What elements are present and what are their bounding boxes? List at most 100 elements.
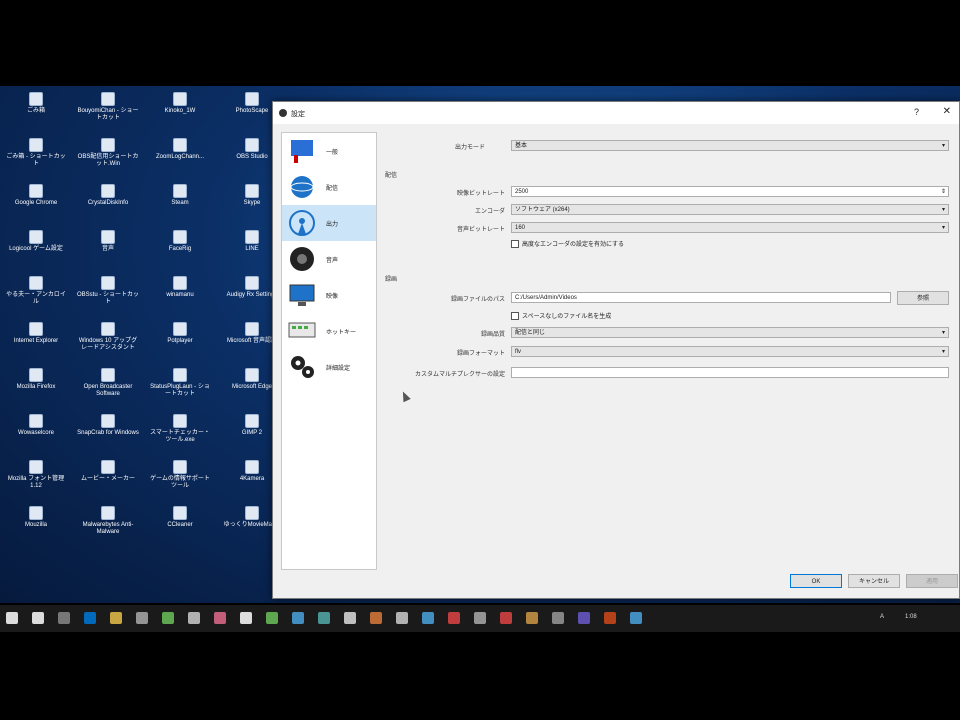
desktop-icon[interactable]: Kinoko_1W bbox=[148, 92, 212, 115]
taskbar-app-icon[interactable] bbox=[578, 612, 590, 624]
desktop-icon[interactable]: Wowaselcore bbox=[4, 414, 68, 437]
desktop-icon[interactable]: ムービー・メーカー bbox=[76, 460, 140, 483]
app-icon bbox=[173, 506, 187, 520]
video-bitrate-input[interactable]: 2500 ⇕ bbox=[511, 186, 949, 197]
desktop-icon[interactable]: ゲームの情報サポートツール bbox=[148, 460, 212, 490]
desktop-icon[interactable]: StatusPlugLaun - ショートカット bbox=[148, 368, 212, 398]
taskbar-app-icon[interactable] bbox=[396, 612, 408, 624]
desktop-icon[interactable]: Open Broadcaster Software bbox=[76, 368, 140, 398]
taskbar-app-icon[interactable] bbox=[552, 612, 564, 624]
custom-muxer-input[interactable] bbox=[511, 367, 949, 378]
start-icon[interactable] bbox=[6, 612, 18, 624]
desktop-icon-label: Wowaselcore bbox=[18, 430, 54, 436]
dialog-titlebar[interactable]: 設定 ? ✕ bbox=[273, 102, 959, 124]
taskbar-app-icon[interactable] bbox=[318, 612, 330, 624]
desktop-icon[interactable]: Internet Explorer bbox=[4, 322, 68, 345]
custom-muxer-label: カスタムマルチプレクサーの設定 bbox=[414, 372, 505, 378]
no-space-filename-checkbox[interactable]: スペースなしのファイル名を生成 bbox=[511, 311, 611, 321]
taskbar-app-icon[interactable] bbox=[344, 612, 356, 624]
encoder-select[interactable]: ソフトウェア (x264) ▾ bbox=[511, 204, 949, 215]
desktop-icon[interactable]: ZoomLogChann... bbox=[148, 138, 212, 161]
desktop-icon-label: ごみ箱 bbox=[26, 108, 45, 114]
taskbar-app-icon[interactable] bbox=[448, 612, 460, 624]
browse-button[interactable]: 参照 bbox=[897, 291, 949, 305]
taskbar-app-icon[interactable] bbox=[136, 612, 148, 624]
taskbar-app-icon[interactable] bbox=[370, 612, 382, 624]
desktop-icon[interactable]: OBS配信用ショートカット.Win bbox=[76, 138, 140, 168]
app-icon bbox=[101, 322, 115, 336]
ime-indicator[interactable]: A bbox=[880, 614, 884, 620]
desktop-icon[interactable]: ごみ箱 bbox=[4, 92, 68, 115]
sidebar-item-audio[interactable]: 音声 bbox=[282, 241, 376, 277]
recording-quality-select[interactable]: 配信と同じ ▾ bbox=[511, 327, 949, 338]
desktop-icon-label: CCleaner bbox=[167, 522, 193, 528]
taskbar-app-icon[interactable] bbox=[162, 612, 174, 624]
desktop-icon[interactable]: CCleaner bbox=[148, 506, 212, 529]
desktop-icon[interactable]: Malwarebytes Anti-Malware bbox=[76, 506, 140, 536]
cancel-button[interactable]: キャンセル bbox=[848, 574, 900, 588]
desktop-icon[interactable]: ごみ箱 - ショートカット bbox=[4, 138, 68, 168]
desktop-icon[interactable]: 音声 bbox=[76, 230, 140, 253]
app-icon bbox=[173, 92, 187, 106]
desktop-icon[interactable]: Mouzilla bbox=[4, 506, 68, 529]
taskbar-app-icon[interactable] bbox=[422, 612, 434, 624]
audio-bitrate-value: 160 bbox=[515, 225, 526, 231]
taskbar-app-icon[interactable] bbox=[58, 612, 70, 624]
taskbar-app-icon[interactable] bbox=[266, 612, 278, 624]
desktop-icon[interactable]: Logicool ゲーム設定 bbox=[4, 230, 68, 253]
desktop-icon[interactable]: やる夫ー・アンカロイル bbox=[4, 276, 68, 306]
sidebar-item-general[interactable]: 一般 bbox=[282, 133, 376, 169]
general-icon bbox=[288, 137, 316, 165]
desktop-icon[interactable]: Mozilla Firefox bbox=[4, 368, 68, 391]
sidebar-item-output[interactable]: 出力 bbox=[282, 205, 376, 241]
taskbar-app-icon[interactable] bbox=[110, 612, 122, 624]
taskbar-app-icon[interactable] bbox=[84, 612, 96, 624]
desktop-icon[interactable]: Potplayer bbox=[148, 322, 212, 345]
desktop-icon-label: ZoomLogChann... bbox=[155, 154, 205, 160]
help-button[interactable]: ? bbox=[914, 107, 919, 117]
app-icon bbox=[101, 276, 115, 290]
sidebar-item-hotkey[interactable]: ホットキー bbox=[282, 313, 376, 349]
taskbar-app-icon[interactable] bbox=[214, 612, 226, 624]
taskbar-app-icon[interactable] bbox=[630, 612, 642, 624]
desktop-icon-label: Internet Explorer bbox=[13, 338, 59, 344]
apply-button[interactable]: 適用 bbox=[906, 574, 958, 588]
sidebar-item-stream[interactable]: 配信 bbox=[282, 169, 376, 205]
advanced-encoder-checkbox[interactable]: 高度なエンコーダの設定を有効にする bbox=[511, 239, 624, 249]
ok-button[interactable]: OK bbox=[790, 574, 842, 588]
desktop-icon[interactable]: CrystalDiskInfo bbox=[76, 184, 140, 207]
desktop-icon[interactable]: Mozilla フォント管理 1.12 bbox=[4, 460, 68, 490]
spinner-icon[interactable]: ⇕ bbox=[941, 187, 946, 198]
checkbox-box[interactable] bbox=[511, 312, 519, 321]
sidebar-item-advanced[interactable]: 詳細設定 bbox=[282, 349, 376, 385]
app-icon bbox=[101, 506, 115, 520]
taskbar-app-icon[interactable] bbox=[604, 612, 616, 624]
taskbar-app-icon[interactable] bbox=[474, 612, 486, 624]
app-icon bbox=[29, 414, 43, 428]
app-icon bbox=[101, 460, 115, 474]
recording-format-select[interactable]: flv ▾ bbox=[511, 346, 949, 357]
desktop-icon[interactable]: Windows 10 アップグレードアシスタント bbox=[76, 322, 140, 352]
output-mode-select[interactable]: 基本 ▾ bbox=[511, 140, 949, 151]
desktop-icon[interactable]: スマートチェッカー・ツール.exe bbox=[148, 414, 212, 444]
taskbar-app-icon[interactable] bbox=[292, 612, 304, 624]
taskbar-app-icon[interactable] bbox=[500, 612, 512, 624]
desktop-icon[interactable]: FaceRig bbox=[148, 230, 212, 253]
recording-path-input[interactable]: C:/Users/Admin/Videos bbox=[511, 292, 891, 303]
sidebar-item-label: ホットキー bbox=[326, 330, 357, 336]
sidebar-item-video[interactable]: 映像 bbox=[282, 277, 376, 313]
taskbar-app-icon[interactable] bbox=[526, 612, 538, 624]
desktop-icon[interactable]: Steam bbox=[148, 184, 212, 207]
desktop-icon[interactable]: SnapCrab for Windows bbox=[76, 414, 140, 437]
desktop-icon[interactable]: OBSstu - ショートカット bbox=[76, 276, 140, 306]
desktop-icon[interactable]: winamanu bbox=[148, 276, 212, 299]
desktop-icon[interactable]: Google Chrome bbox=[4, 184, 68, 207]
search-icon[interactable] bbox=[32, 612, 44, 624]
audio-bitrate-select[interactable]: 160 ▾ bbox=[511, 222, 949, 233]
taskbar-app-icon[interactable] bbox=[240, 612, 252, 624]
desktop-icon[interactable]: BouyomiChan - ショートカット bbox=[76, 92, 140, 122]
close-button[interactable]: ✕ bbox=[943, 106, 951, 117]
checkbox-box[interactable] bbox=[511, 240, 519, 249]
taskbar-app-icon[interactable] bbox=[188, 612, 200, 624]
clock[interactable]: 1:08 bbox=[905, 614, 917, 620]
